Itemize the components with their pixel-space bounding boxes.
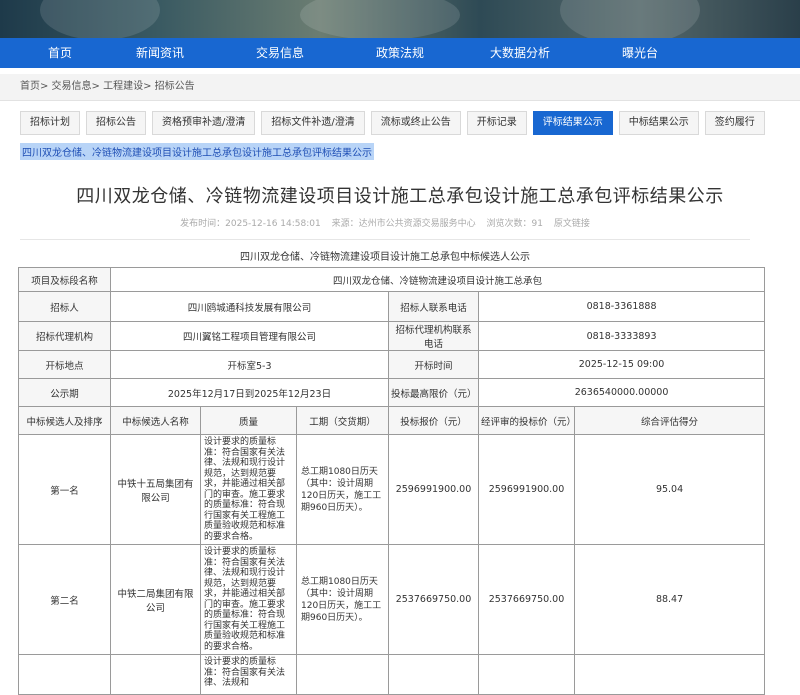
cap-value: 2636540000.00000 (477, 378, 766, 407)
header-evaluated: 经评审的投标价（元） (478, 406, 576, 435)
project-value: 四川双龙仓储、冷链物流建设项目设计施工总承包 (109, 267, 766, 292)
period-value: 2025年12月17日到2025年12月23日 (110, 378, 389, 407)
candidate-quality: 设计要求的质量标准：符合国家有关法律、法规和现行设计规范，达到规范要求，并能通过… (200, 434, 297, 545)
agent-phone-value: 0818-3333893 (477, 321, 766, 351)
original-link[interactable]: 原文链接 (554, 219, 590, 229)
tab-bid-plan[interactable]: 招标计划 (20, 111, 80, 135)
header-score: 综合评估得分 (573, 406, 766, 435)
location-label: 开标地点 (18, 350, 111, 379)
banner-decoration (560, 0, 700, 38)
table-row: 第一名 中铁十五局集团有限公司 设计要求的质量标准：符合国家有关法律、法规和现行… (18, 434, 766, 545)
table-subtitle: 四川双龙仓储、冷链物流建设项目设计施工总承包中标候选人公示 (240, 252, 530, 263)
tab-bid-opening[interactable]: 开标记录 (466, 111, 527, 135)
source: 来源：达州市公共资源交易服务中心 (331, 219, 476, 229)
tenderer-value: 四川鸥城通科技发展有限公司 (110, 291, 389, 322)
table-row: 项目及标段名称 四川双龙仓储、冷链物流建设项目设计施工总承包 (18, 267, 766, 292)
candidate-rank (18, 654, 111, 695)
candidate-score: 95.04 (573, 434, 766, 545)
period-label: 公示期 (18, 378, 111, 407)
cap-label: 投标最高限价（元） (388, 378, 479, 407)
candidate-name (110, 654, 201, 695)
candidate-quality: 设计要求的质量标准：符合国家有关法律、法规和 (200, 654, 297, 695)
table-row: 设计要求的质量标准：符合国家有关法律、法规和 (18, 654, 766, 695)
table-header-row: 中标候选人及排序 中标候选人名称 质量 工期（交货期） 投标报价（元） 经评审的… (18, 406, 766, 435)
tenderer-label: 招标人 (18, 291, 111, 322)
page-title: 四川双龙仓储、冷链物流建设项目设计施工总承包设计施工总承包评标结果公示 (76, 186, 724, 207)
opening-time-value: 2025-12-15 09:00 (477, 350, 766, 379)
nav-news[interactable]: 新闻资讯 (100, 38, 220, 68)
location-value: 开标室5-3 (110, 350, 389, 379)
project-label: 项目及标段名称 (18, 267, 111, 292)
nav-trading[interactable]: 交易信息 (220, 38, 340, 68)
candidate-score (573, 654, 766, 695)
publish-time: 发布时间：2025-12-16 14:58:01 (180, 219, 321, 229)
header-quality: 质量 (200, 406, 297, 435)
candidate-rank: 第一名 (18, 434, 111, 545)
article-link[interactable]: 四川双龙仓储、冷链物流建设项目设计施工总承包设计施工总承包评标结果公示 (20, 143, 374, 160)
candidate-evaluated: 2596991900.00 (478, 434, 575, 545)
nav-policy[interactable]: 政策法规 (340, 38, 460, 68)
tab-bid-doc-clarify[interactable]: 招标文件补遗/澄清 (261, 111, 365, 135)
candidate-duration (296, 654, 389, 695)
header-bid: 投标报价（元） (388, 406, 479, 435)
view-count: 浏览次数：91 (486, 219, 543, 229)
nav-bigdata[interactable]: 大数据分析 (460, 38, 580, 68)
category-tabs: 招标计划 招标公告 资格预审补遗/澄清 招标文件补遗/澄清 流标或终止公告 开标… (20, 111, 800, 135)
tab-prequal-clarify[interactable]: 资格预审补遗/澄清 (152, 111, 256, 135)
candidate-evaluated (478, 654, 575, 695)
agent-value: 四川翼铭工程项目管理有限公司 (110, 321, 389, 351)
banner-decoration (40, 0, 160, 38)
opening-time-label: 开标时间 (388, 350, 479, 379)
tab-award-result[interactable]: 中标结果公示 (618, 111, 699, 135)
header-duration: 工期（交货期） (296, 406, 389, 435)
nav-home[interactable]: 首页 (20, 38, 100, 68)
breadcrumb[interactable]: 首页> 交易信息> 工程建设> 招标公告 (0, 74, 800, 101)
header-rank: 中标候选人及排序 (18, 406, 111, 435)
main-nav: 首页 新闻资讯 交易信息 政策法规 大数据分析 曝光台 (0, 38, 800, 68)
table-row: 招标人 四川鸥城通科技发展有限公司 招标人联系电话 0818-3361888 (18, 291, 766, 322)
top-banner (0, 0, 800, 38)
candidate-name: 中铁十五局集团有限公司 (110, 434, 201, 545)
header-name: 中标候选人名称 (110, 406, 201, 435)
tenderer-phone-label: 招标人联系电话 (388, 291, 479, 322)
agent-label: 招标代理机构 (18, 321, 111, 351)
banner-decoration (300, 0, 460, 38)
tab-failed-bid[interactable]: 流标或终止公告 (370, 111, 461, 135)
result-table: 项目及标段名称 四川双龙仓储、冷链物流建设项目设计施工总承包 招标人 四川鸥城通… (18, 267, 766, 695)
article-meta: 发布时间：2025-12-16 14:58:01 来源：达州市公共资源交易服务中… (20, 216, 750, 240)
tenderer-phone-value: 0818-3361888 (477, 291, 766, 322)
tab-bid-notice[interactable]: 招标公告 (86, 111, 146, 135)
tab-evaluation-result[interactable]: 评标结果公示 (532, 111, 613, 135)
table-row: 招标代理机构 四川翼铭工程项目管理有限公司 招标代理机构联系电话 0818-33… (18, 321, 766, 351)
table-row: 公示期 2025年12月17日到2025年12月23日 投标最高限价（元） 26… (18, 378, 766, 407)
agent-phone-label: 招标代理机构联系电话 (388, 321, 479, 351)
nav-exposure[interactable]: 曝光台 (580, 38, 700, 68)
candidate-bid (388, 654, 479, 695)
tab-contract[interactable]: 签约履行 (704, 111, 765, 135)
table-row: 开标地点 开标室5-3 开标时间 2025-12-15 09:00 (18, 350, 766, 379)
candidate-bid: 2596991900.00 (388, 434, 479, 545)
candidate-duration: 总工期1080日历天（其中：设计周期120日历天，施工工期960日历天）。 (296, 434, 389, 545)
